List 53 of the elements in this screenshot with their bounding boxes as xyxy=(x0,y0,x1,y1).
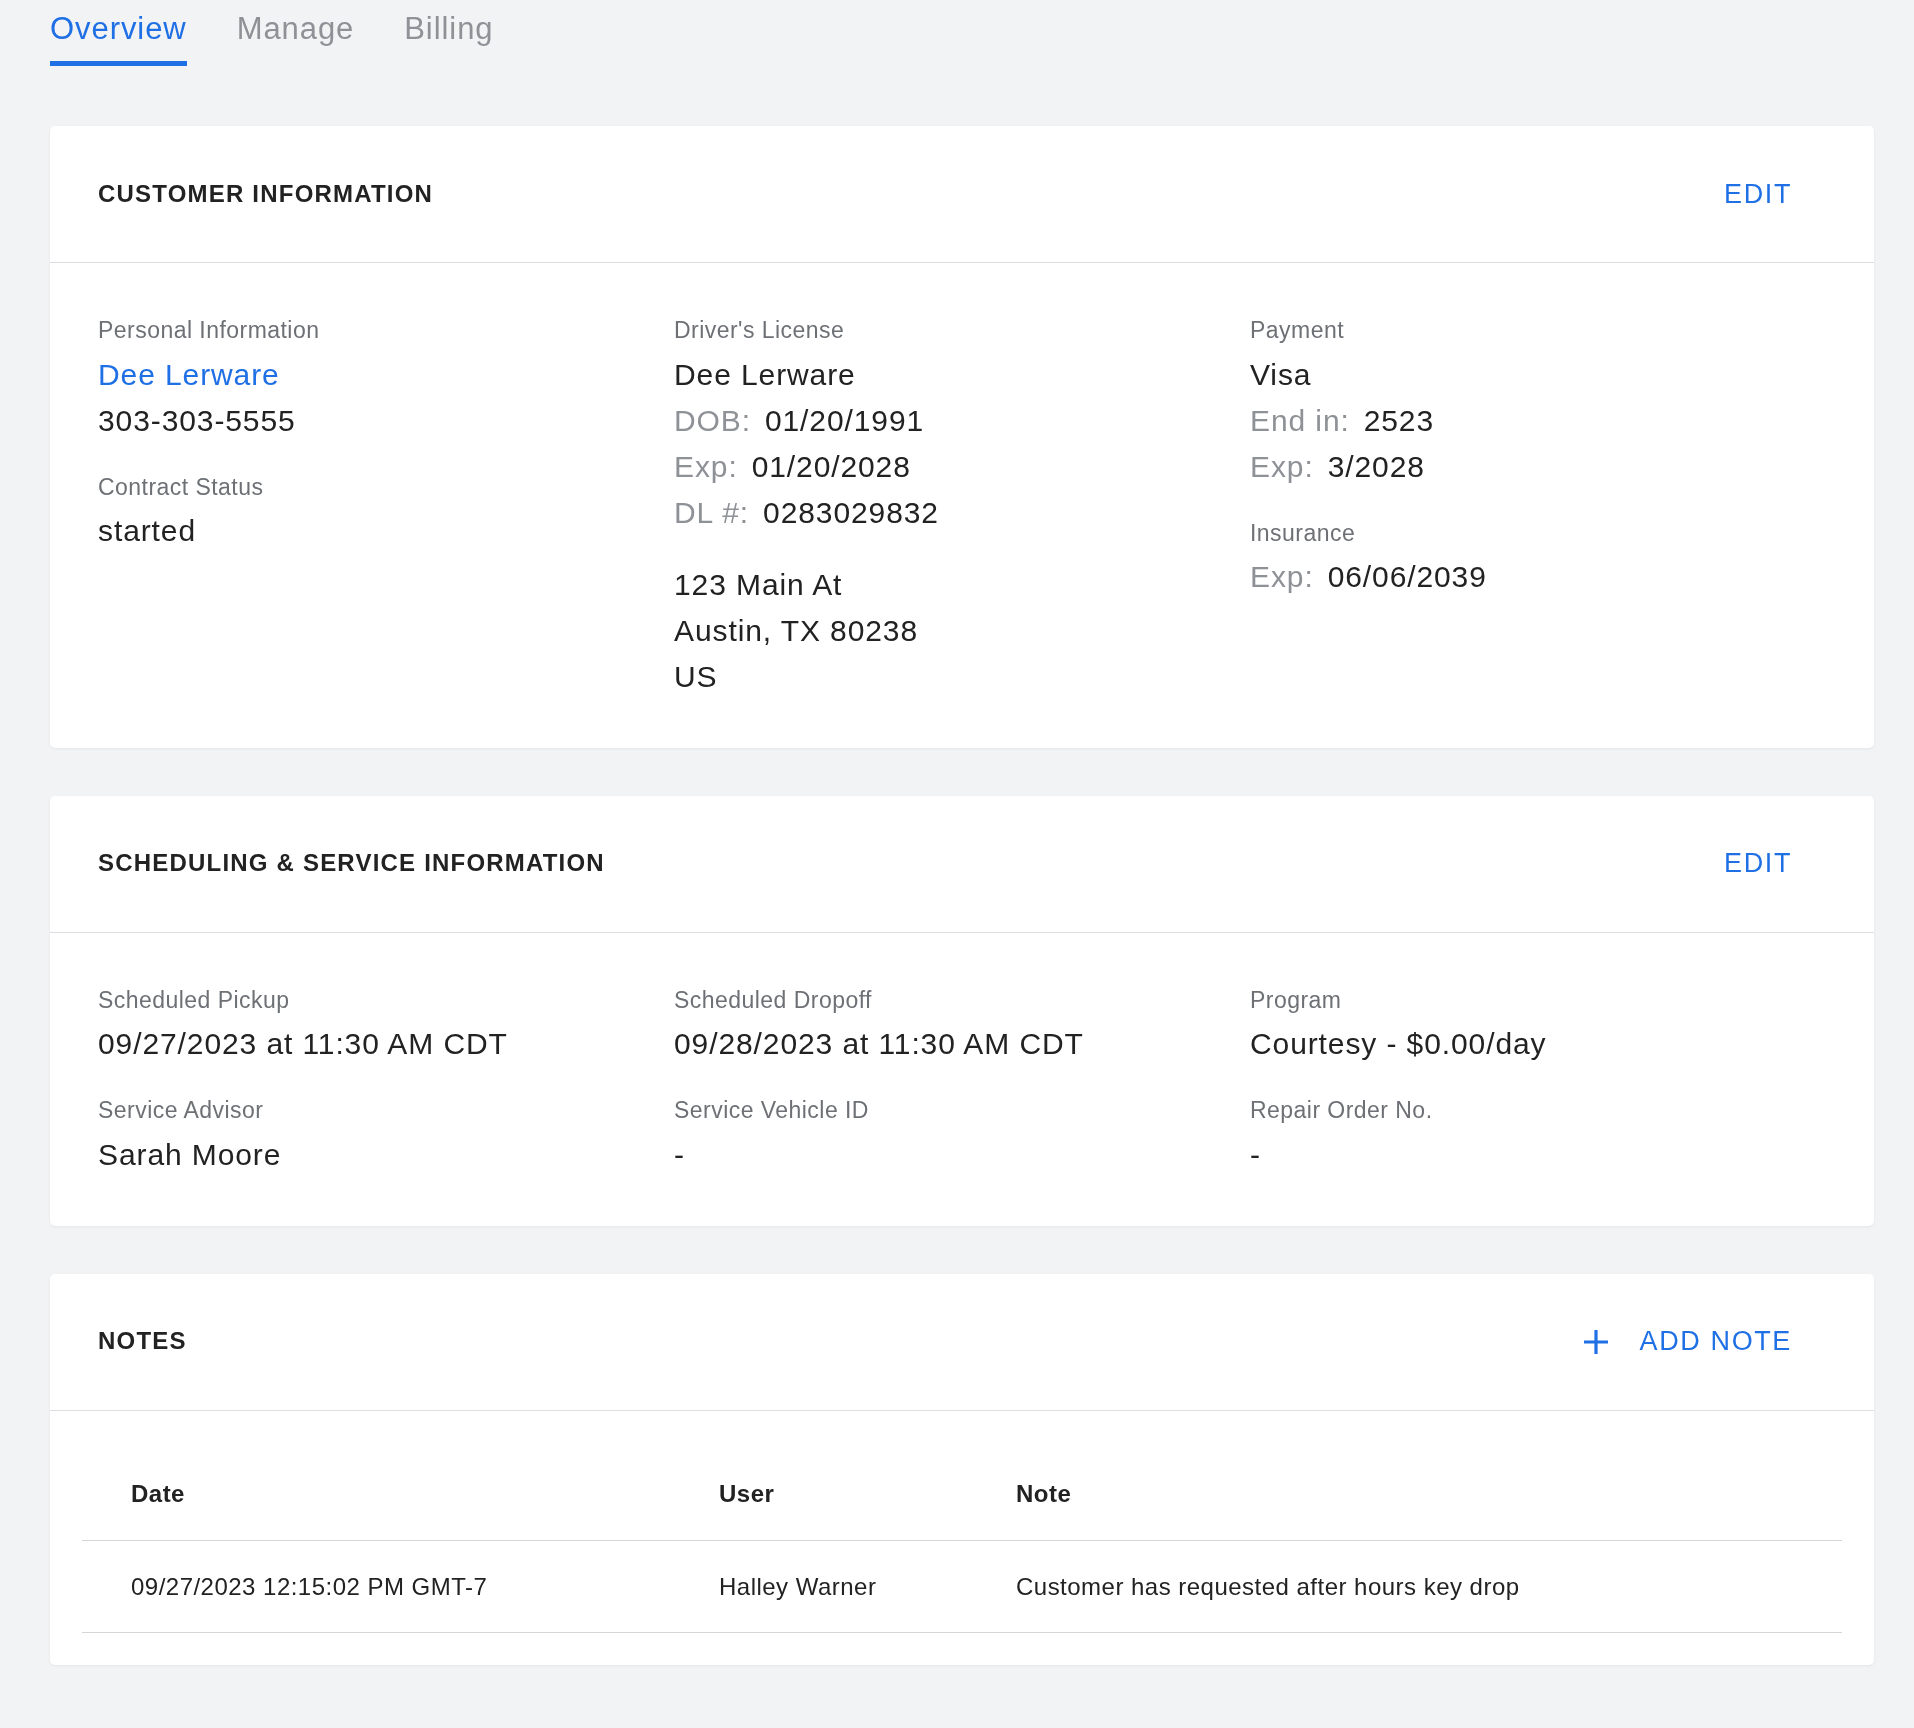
table-cell: Customer has requested after hours key drop xyxy=(967,1540,1842,1633)
field-value: 01/20/2028 xyxy=(751,449,911,483)
tab[interactable]: Billing xyxy=(404,0,494,67)
field-label: Contract Status xyxy=(98,472,265,502)
section-title: CUSTOMER INFORMATION xyxy=(98,179,434,209)
field-label: Insurance xyxy=(1250,518,1357,548)
table-cell: Halley Warner xyxy=(670,1540,967,1633)
field-value: US xyxy=(674,658,719,695)
field-value: Dee Lerware xyxy=(674,356,857,393)
field-value: - xyxy=(674,1136,686,1173)
field-value: - xyxy=(1250,1136,1262,1173)
section-title: SCHEDULING & SERVICE INFORMATION xyxy=(98,849,605,878)
field-label: Scheduled Dropoff xyxy=(674,985,873,1015)
field-value: 09/28/2023 at 11:30 AM CDT xyxy=(674,1026,1085,1062)
add-note-button[interactable]: ADD NOTE xyxy=(1581,1321,1792,1362)
field-value: Visa xyxy=(1250,356,1313,393)
tab[interactable]: Overview xyxy=(50,0,187,67)
field-value: Sarah Moore xyxy=(98,1136,283,1173)
field-value: 0283029832 xyxy=(763,495,939,529)
field-prefix: DL #: xyxy=(674,495,750,529)
field-value: Austin, TX 80238 xyxy=(674,612,919,649)
field-label: Personal Information xyxy=(98,316,321,345)
field-value: 09/27/2023 at 11:30 AM CDT xyxy=(98,1026,509,1062)
field-value: 01/20/1991 xyxy=(764,403,925,437)
customer-link[interactable]: Dee Lerware xyxy=(98,357,280,391)
table-cell: 09/27/2023 12:15:02 PM GMT-7 xyxy=(82,1540,670,1633)
section-title: NOTES xyxy=(98,1327,187,1356)
field-prefix: End in: xyxy=(1250,403,1350,437)
field-prefix: Exp: xyxy=(1250,560,1314,593)
column-header: Note xyxy=(967,1410,1842,1541)
field-prefix: DOB: xyxy=(674,403,751,437)
edit-button[interactable]: EDIT xyxy=(1724,843,1792,884)
field-value: 303-303-5555 xyxy=(98,402,297,439)
column-header: User xyxy=(670,1410,967,1541)
field-label: Program xyxy=(1250,985,1343,1015)
field-label: Driver's License xyxy=(674,316,846,345)
field-value: started xyxy=(98,513,197,549)
field-prefix: Exp: xyxy=(1250,449,1314,483)
field-prefix: Exp: xyxy=(674,449,738,483)
field-label: Payment xyxy=(1250,316,1345,345)
field-label: Service Vehicle ID xyxy=(674,1096,870,1125)
plus-icon xyxy=(1581,1327,1610,1356)
field-value: 3/2028 xyxy=(1327,449,1425,483)
edit-button[interactable]: EDIT xyxy=(1724,173,1792,215)
field-value: 06/06/2039 xyxy=(1327,560,1487,593)
field-label: Service Advisor xyxy=(98,1096,265,1125)
field-value: 2523 xyxy=(1363,403,1435,437)
field-label: Scheduled Pickup xyxy=(98,985,291,1015)
field-value: 123 Main At xyxy=(674,566,844,603)
column-header: Date xyxy=(82,1410,670,1541)
field-value: Courtesy - $0.00/day xyxy=(1250,1026,1548,1062)
tab[interactable]: Manage xyxy=(236,0,355,67)
field-label: Repair Order No. xyxy=(1250,1096,1434,1125)
